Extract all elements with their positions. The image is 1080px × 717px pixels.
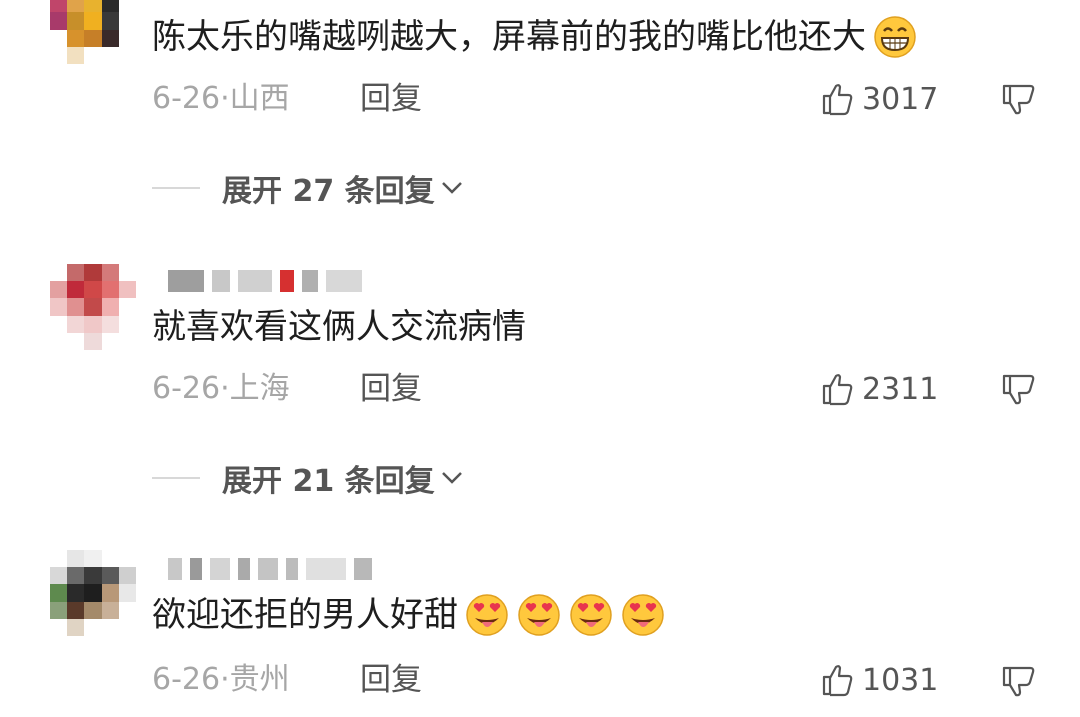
- comment-body: 陈太乐的嘴越咧越大，屏幕前的我的嘴比他还大: [152, 17, 866, 57]
- like-count: 3017: [862, 81, 939, 117]
- username-blurred[interactable]: [168, 554, 372, 584]
- like-count: 1031: [862, 662, 939, 698]
- like-button[interactable]: 2311: [820, 369, 938, 409]
- comment-date: 6-26: [152, 81, 221, 116]
- comment-text: 欲迎还拒的男人好甜: [152, 592, 666, 638]
- thumbs-down-icon[interactable]: [1000, 662, 1038, 700]
- thumbs-up-icon: [822, 374, 853, 406]
- reply-button[interactable]: 回复: [360, 660, 422, 700]
- like-count: 2311: [862, 371, 939, 407]
- grinning-face-icon: [874, 16, 916, 58]
- thumbs-down-icon[interactable]: [1000, 80, 1038, 118]
- comment-meta: 6-26·上海: [152, 369, 290, 409]
- chevron-down-icon: [441, 182, 462, 194]
- like-button[interactable]: 3017: [820, 79, 938, 119]
- divider-line: [152, 187, 200, 189]
- comment-date: 6-26: [152, 371, 221, 406]
- like-button[interactable]: 1031: [820, 660, 938, 700]
- comment-body: 欲迎还拒的男人好甜: [152, 595, 458, 635]
- expand-replies-button[interactable]: 展开 21 条回复: [152, 458, 465, 499]
- reply-button[interactable]: 回复: [360, 369, 422, 409]
- heart-eyes-tongue-face-icon: [570, 594, 612, 636]
- meta-separator: ·: [220, 81, 230, 116]
- expand-replies-label: 展开 21 条回复: [222, 464, 435, 499]
- comment-location: 上海: [229, 371, 290, 406]
- avatar[interactable]: [50, 550, 136, 636]
- divider-line: [152, 477, 200, 479]
- meta-separator: ·: [220, 662, 230, 697]
- avatar[interactable]: [50, 264, 136, 350]
- comment-meta: 6-26·贵州: [152, 660, 290, 700]
- heart-eyes-tongue-face-icon: [622, 594, 664, 636]
- heart-eyes-tongue-face-icon: [466, 594, 508, 636]
- expand-replies-label: 展开 27 条回复: [222, 174, 435, 209]
- comment-meta: 6-26·山西: [152, 79, 290, 119]
- thumbs-down-icon[interactable]: [1000, 370, 1038, 408]
- chevron-down-icon: [441, 472, 462, 484]
- thumbs-up-icon: [822, 665, 853, 697]
- comment-date: 6-26: [152, 662, 221, 697]
- comment-body: 就喜欢看这俩人交流病情: [152, 307, 526, 347]
- comment-text: 陈太乐的嘴越咧越大，屏幕前的我的嘴比他还大: [152, 14, 918, 60]
- avatar[interactable]: [50, 0, 136, 64]
- expand-replies-button[interactable]: 展开 27 条回复: [152, 168, 465, 209]
- username-blurred[interactable]: [168, 266, 362, 296]
- comment-location: 山西: [229, 81, 290, 116]
- reply-button[interactable]: 回复: [360, 79, 422, 119]
- meta-separator: ·: [220, 371, 230, 406]
- comment-text: 就喜欢看这俩人交流病情: [152, 305, 526, 349]
- comment-location: 贵州: [229, 662, 290, 697]
- thumbs-up-icon: [822, 84, 853, 116]
- heart-eyes-tongue-face-icon: [518, 594, 560, 636]
